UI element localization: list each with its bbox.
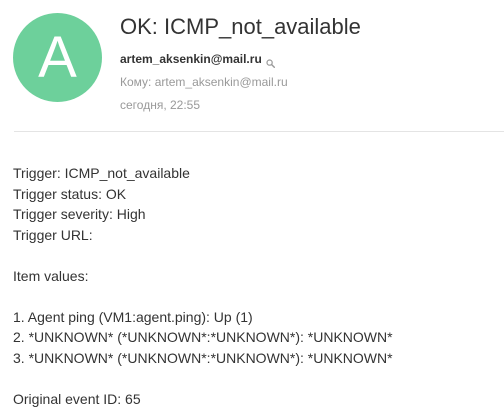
header-divider [14, 131, 504, 132]
message-subject: OK: ICMP_not_available [120, 14, 361, 39]
trigger-status: Trigger status: OK [13, 185, 127, 202]
item-values-label: Item values: [13, 267, 89, 284]
recipient-email[interactable]: artem_aksenkin@mail.ru [155, 75, 288, 89]
item-value-2: 2. *UNKNOWN* (*UNKNOWN*:*UNKNOWN*): *UNK… [13, 329, 393, 345]
original-event-id: Original event ID: 65 [13, 390, 141, 407]
trigger-severity: Trigger severity: High [13, 206, 146, 222]
message-body: Trigger: ICMP_not_available Trigger stat… [13, 163, 393, 409]
recipient-row: Кому: artem_aksenkin@mail.ru [120, 75, 288, 89]
message-date: сегодня, 22:55 [120, 98, 201, 112]
trigger-name: Trigger: ICMP_not_available [13, 165, 190, 181]
trigger-url: Trigger URL: [13, 226, 93, 243]
sender-row: artem_aksenkin@mail.ru [120, 52, 275, 68]
sender-email[interactable]: artem_aksenkin@mail.ru [120, 52, 262, 66]
search-icon[interactable] [266, 55, 275, 68]
item-value-3: 3. *UNKNOWN* (*UNKNOWN*:*UNKNOWN*): *UNK… [13, 349, 393, 366]
avatar[interactable]: A [13, 13, 102, 102]
recipient-label: Кому: [120, 75, 152, 89]
message-header: A OK: ICMP_not_available artem_aksenkin@… [0, 0, 504, 131]
item-value-1: 1. Agent ping (VM1:agent.ping): Up (1) [13, 308, 253, 325]
